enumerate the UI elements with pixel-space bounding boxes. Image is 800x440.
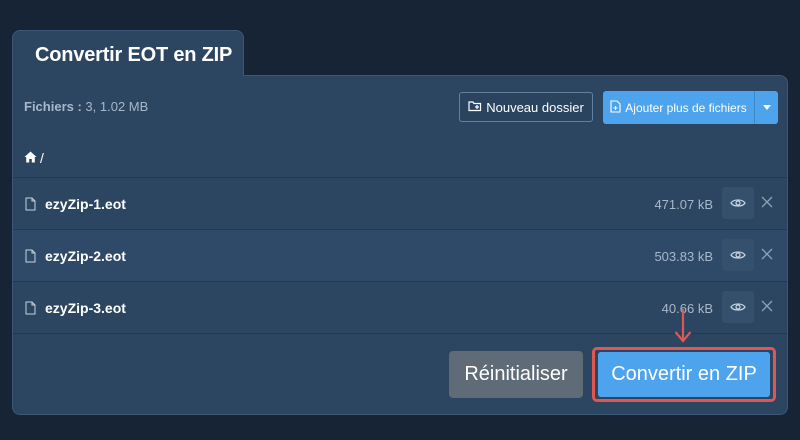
add-files-button-group: Ajouter plus de fichiers [603,91,778,124]
remove-file-button[interactable] [761,195,773,213]
breadcrumb: / [13,138,787,178]
add-files-button[interactable]: Ajouter plus de fichiers [603,91,754,124]
files-summary: 3, 1.02 MB [85,99,149,114]
files-label: Fichiers : [24,99,82,114]
file-size: 503.83 kB [654,249,713,264]
eye-icon [730,303,746,311]
add-files-dropdown-toggle[interactable] [754,91,779,124]
document-icon [25,301,36,320]
file-row: ezyZip-2.eot 503.83 kB [13,230,787,282]
file-name: ezyZip-1.eot [45,196,126,212]
arrow-down-icon [674,308,692,349]
new-folder-icon [468,99,482,115]
add-files-label: Ajouter plus de fichiers [625,100,747,115]
preview-button[interactable] [722,291,754,323]
panel-tab: Convertir EOT en ZIP [12,30,244,76]
chevron-down-icon [763,105,771,110]
file-row: ezyZip-3.eot 40.66 kB [13,282,787,334]
home-icon[interactable] [24,150,37,166]
file-name: ezyZip-2.eot [45,248,126,264]
preview-button[interactable] [722,239,754,271]
file-row: ezyZip-1.eot 471.07 kB [13,178,787,230]
file-add-icon [610,99,621,116]
eye-icon [730,199,746,207]
panel-title: Convertir EOT en ZIP [35,44,233,66]
convert-button[interactable]: Convertir en ZIP [598,352,770,397]
files-info: Fichiers : 3, 1.02 MB [24,99,148,114]
document-icon [25,249,36,268]
remove-file-button[interactable] [761,247,773,265]
close-icon [761,196,773,208]
close-icon [761,248,773,260]
file-name: ezyZip-3.eot [45,300,126,316]
file-size: 471.07 kB [654,197,713,212]
eye-icon [730,251,746,259]
breadcrumb-separator: / [40,149,44,166]
converter-panel: Fichiers : 3, 1.02 MB Nouveau dossier Aj… [12,75,788,415]
document-icon [25,197,36,216]
file-list: ezyZip-1.eot 471.07 kB ezyZip-2.eot 503.… [13,178,787,334]
preview-button[interactable] [722,187,754,219]
remove-file-button[interactable] [761,299,773,317]
close-icon [761,300,773,312]
reset-button[interactable]: Réinitialiser [449,351,583,398]
toolbar: Fichiers : 3, 1.02 MB Nouveau dossier Aj… [13,76,787,139]
new-folder-button[interactable]: Nouveau dossier [459,92,593,122]
new-folder-label: Nouveau dossier [486,99,584,115]
